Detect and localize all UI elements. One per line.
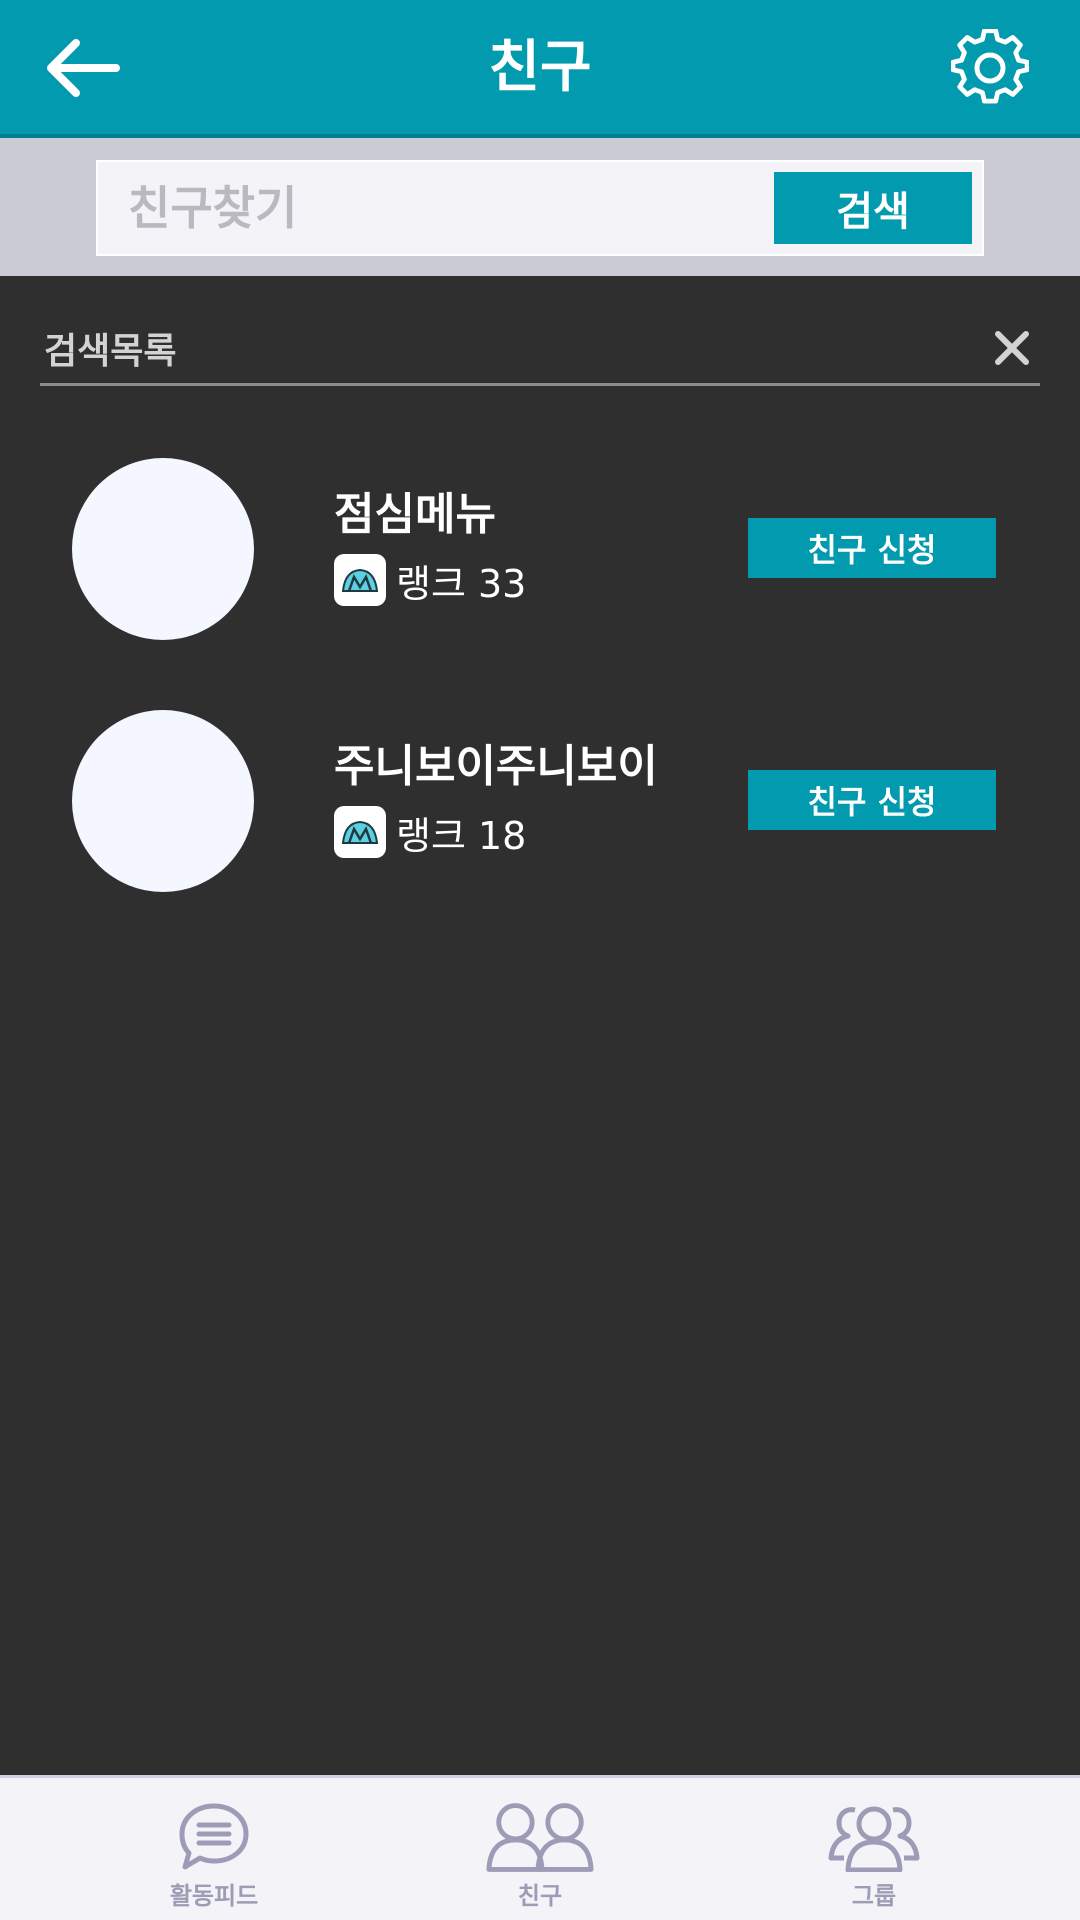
search-button[interactable]: 검색 [774, 172, 972, 244]
group-icon [819, 1798, 929, 1874]
friend-request-button[interactable]: 친구 신청 [748, 770, 996, 830]
list-item: 점심메뉴 랭크 33 친구 신청 [0, 458, 1080, 648]
rank-label: 랭크 18 [396, 813, 527, 858]
friend-request-button[interactable]: 친구 신청 [748, 518, 996, 578]
rank-info: 랭크 33 [334, 554, 526, 606]
user-name: 주니보이주니보이 [334, 741, 658, 792]
avatar [72, 710, 254, 892]
rank-label: 랭크 33 [396, 561, 527, 606]
nav-label: 친구 [517, 1882, 563, 1910]
rank-badge-icon [334, 806, 386, 858]
rank-info: 랭크 18 [334, 806, 526, 858]
clear-results-button[interactable] [990, 326, 1034, 370]
avatar [72, 458, 254, 640]
app-bar: 친구 [0, 0, 1080, 138]
two-people-icon [485, 1798, 595, 1874]
nav-label: 그룹 [851, 1882, 897, 1910]
page-title: 친구 [488, 35, 592, 100]
gear-icon [951, 29, 1029, 104]
search-results-label: 검색목록 [44, 331, 177, 372]
nav-item-friends[interactable]: 친구 [460, 1798, 620, 1918]
nav-item-activity-feed[interactable]: 활동피드 [134, 1798, 294, 1918]
settings-button[interactable] [950, 28, 1030, 108]
rank-badge-icon [334, 554, 386, 606]
bottom-navigation: 활동피드 친구 그룹 [0, 1775, 1080, 1920]
user-name: 점심메뉴 [334, 489, 496, 540]
close-icon [995, 331, 1029, 365]
nav-item-group[interactable]: 그룹 [794, 1798, 954, 1918]
nav-label: 활동피드 [169, 1882, 259, 1910]
search-results-header: 검색목록 [40, 312, 1040, 386]
search-box: 검색 [96, 160, 984, 256]
search-input[interactable] [128, 170, 728, 246]
list-item: 주니보이주니보이 랭크 18 친구 신청 [0, 710, 1080, 900]
search-bar: 검색 [0, 138, 1080, 276]
chat-bubble-icon [159, 1798, 269, 1874]
